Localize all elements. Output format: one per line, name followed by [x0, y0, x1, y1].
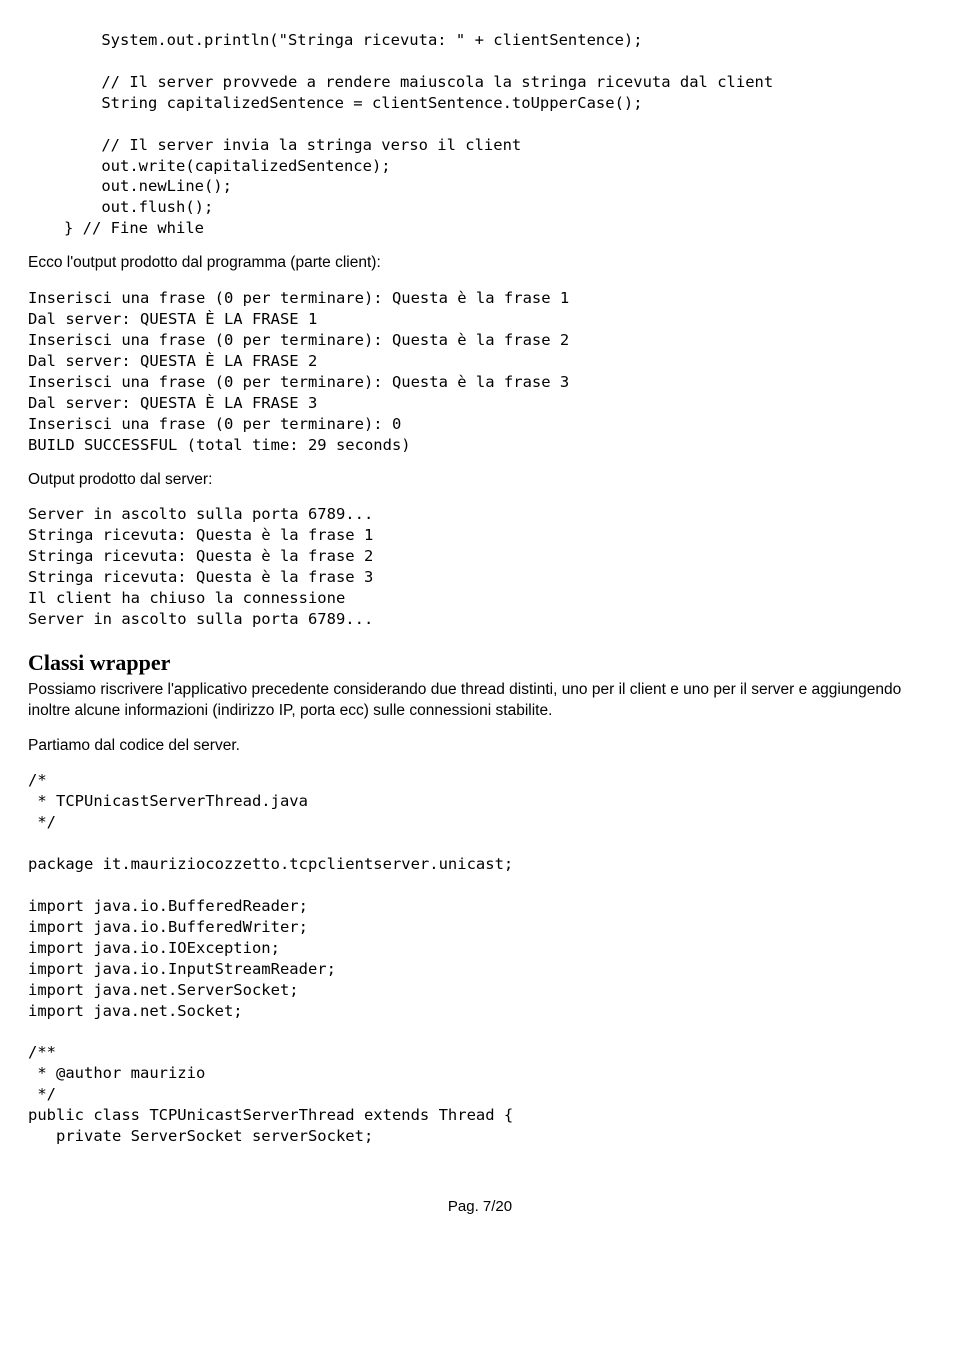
prose-server-output-intro: Output prodotto dal server: [28, 470, 932, 491]
code-block-server-loop: System.out.println("Stringa ricevuta: " … [64, 30, 932, 239]
prose-server-code-intro: Partiamo dal codice del server. [28, 736, 932, 757]
prose-client-output-intro: Ecco l'output prodotto dal programma (pa… [28, 253, 932, 274]
code-block-server-thread: /* * TCPUnicastServerThread.java */ pack… [28, 770, 932, 1147]
heading-classi-wrapper: Classi wrapper [28, 648, 932, 678]
prose-wrapper-intro: Possiamo riscrivere l'applicativo preced… [28, 680, 932, 722]
console-output-server: Server in ascolto sulla porta 6789... St… [28, 504, 932, 630]
page-number: Pag. 7/20 [28, 1197, 932, 1217]
console-output-client: Inserisci una frase (0 per terminare): Q… [28, 288, 932, 455]
